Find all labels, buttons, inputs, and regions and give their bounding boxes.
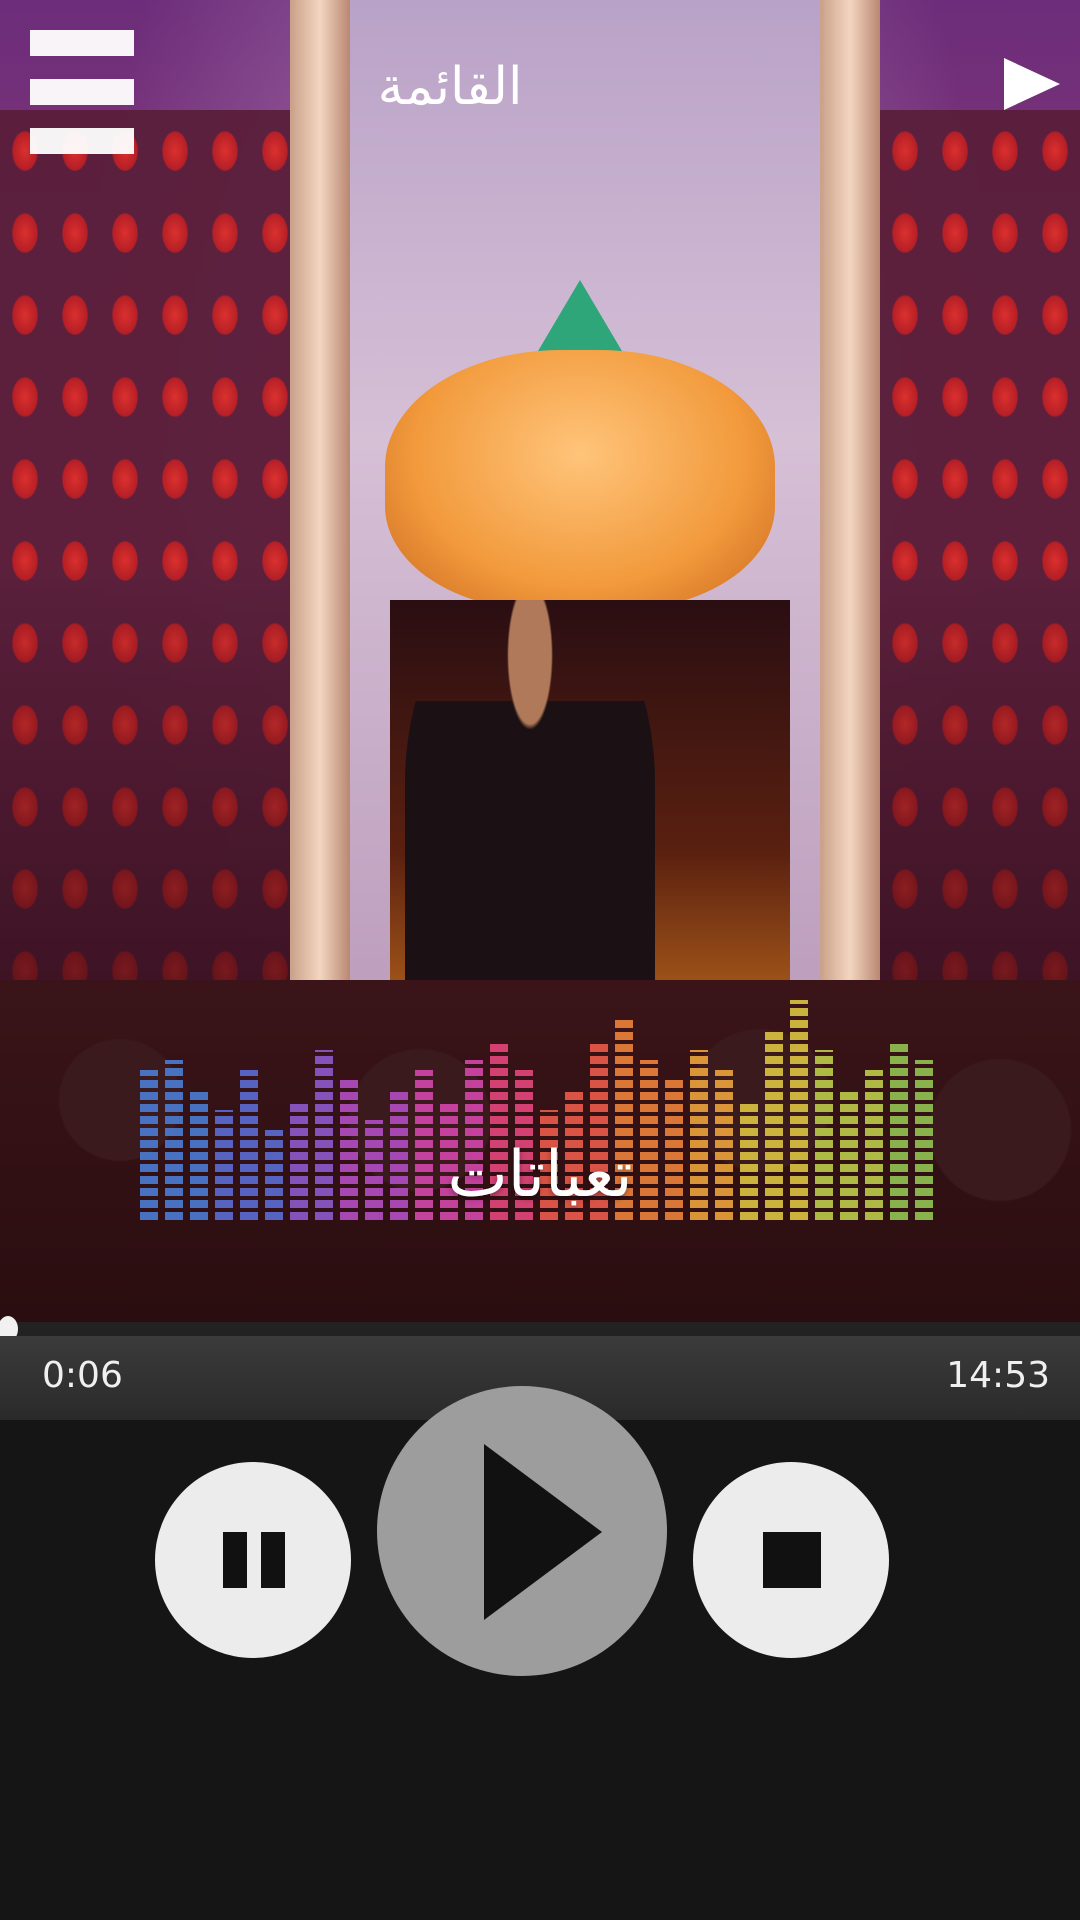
hamburger-menu-icon — [30, 30, 134, 56]
equalizer-bar — [165, 1060, 183, 1220]
music-player: القائمة تعباتات 0:06 14:53 — [0, 0, 1080, 1920]
stop-icon — [763, 1532, 821, 1588]
pause-button[interactable] — [155, 1462, 351, 1658]
hamburger-menu-icon-line — [30, 79, 134, 105]
total-duration: 14:53 — [946, 1355, 1050, 1396]
play-triangle-icon[interactable] — [1004, 58, 1060, 110]
equalizer-bar — [790, 1000, 808, 1220]
equalizer-bar — [740, 1100, 758, 1220]
menu-button[interactable] — [30, 30, 134, 154]
track-title: تعباتات — [447, 1138, 633, 1212]
pause-icon — [223, 1532, 285, 1588]
equalizer-bar — [815, 1050, 833, 1220]
play-button[interactable] — [377, 1386, 667, 1676]
elapsed-time: 0:06 — [42, 1355, 123, 1396]
seek-bar[interactable] — [0, 1322, 1080, 1336]
equalizer-bar — [215, 1110, 233, 1220]
header-title[interactable]: القائمة — [300, 52, 600, 122]
equalizer-bar — [765, 1030, 783, 1220]
hamburger-menu-icon-line — [30, 128, 134, 154]
equalizer-bar — [865, 1070, 883, 1220]
equalizer-bar — [190, 1090, 208, 1220]
equalizer-bar — [265, 1130, 283, 1220]
stop-button[interactable] — [693, 1462, 889, 1658]
equalizer-bar — [315, 1050, 333, 1220]
equalizer-bar — [290, 1100, 308, 1220]
equalizer-bar — [890, 1040, 908, 1220]
artwork-canopy — [385, 350, 775, 610]
equalizer-bar — [140, 1070, 158, 1220]
play-icon — [484, 1444, 602, 1620]
equalizer-bar — [915, 1060, 933, 1220]
equalizer-bar — [240, 1070, 258, 1220]
equalizer-bar — [840, 1090, 858, 1220]
